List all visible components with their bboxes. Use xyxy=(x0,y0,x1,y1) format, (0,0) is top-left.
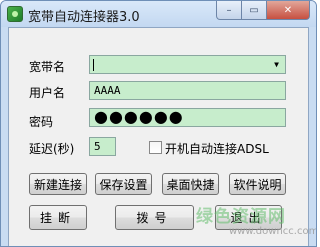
minimize-icon: – xyxy=(226,4,232,16)
app-icon xyxy=(7,6,23,22)
minimize-button[interactable]: – xyxy=(216,1,242,20)
maximize-icon: ▭ xyxy=(249,4,259,16)
username-field[interactable]: AAAA xyxy=(89,81,286,100)
broadband-name-label: 宽带名 xyxy=(29,60,66,74)
software-help-button[interactable]: 软件说明 xyxy=(229,173,286,195)
delay-label: 延迟(秒) xyxy=(29,142,75,156)
hang-up-button[interactable]: 挂断 xyxy=(29,205,87,230)
desktop-shortcut-button[interactable]: 桌面快捷 xyxy=(162,173,219,195)
username-label: 用户名 xyxy=(29,86,66,100)
chevron-down-icon[interactable]: ▼ xyxy=(268,56,285,73)
maximize-button[interactable]: ▭ xyxy=(242,1,267,20)
delay-seconds-field[interactable]: 5 xyxy=(89,137,116,156)
autoconnect-checkbox[interactable] xyxy=(149,141,162,154)
app-window: 宽带自动连接器3.0 – ▭ ✕ 宽带名 ▼ 用户名 AAAA 密码 ●●●●●… xyxy=(0,0,317,247)
window-title: 宽带自动连接器3.0 xyxy=(28,10,140,25)
exit-button[interactable]: 退出 xyxy=(215,205,282,230)
window-controls: – ▭ ✕ xyxy=(216,1,310,20)
save-settings-button[interactable]: 保存设置 xyxy=(95,173,152,195)
new-connection-button[interactable]: 新建连接 xyxy=(29,173,87,195)
autoconnect-label: 开机自动连接ADSL xyxy=(165,142,269,156)
broadband-name-select[interactable]: ▼ xyxy=(89,55,286,74)
password-label: 密码 xyxy=(29,115,54,129)
text-caret xyxy=(93,59,94,71)
close-icon: ✕ xyxy=(283,4,293,16)
title-bar[interactable]: 宽带自动连接器3.0 – ▭ ✕ xyxy=(1,1,316,27)
dial-button[interactable]: 拨号 xyxy=(115,205,194,230)
close-button[interactable]: ✕ xyxy=(267,1,310,20)
password-field[interactable]: ●●●●●● xyxy=(89,108,286,127)
